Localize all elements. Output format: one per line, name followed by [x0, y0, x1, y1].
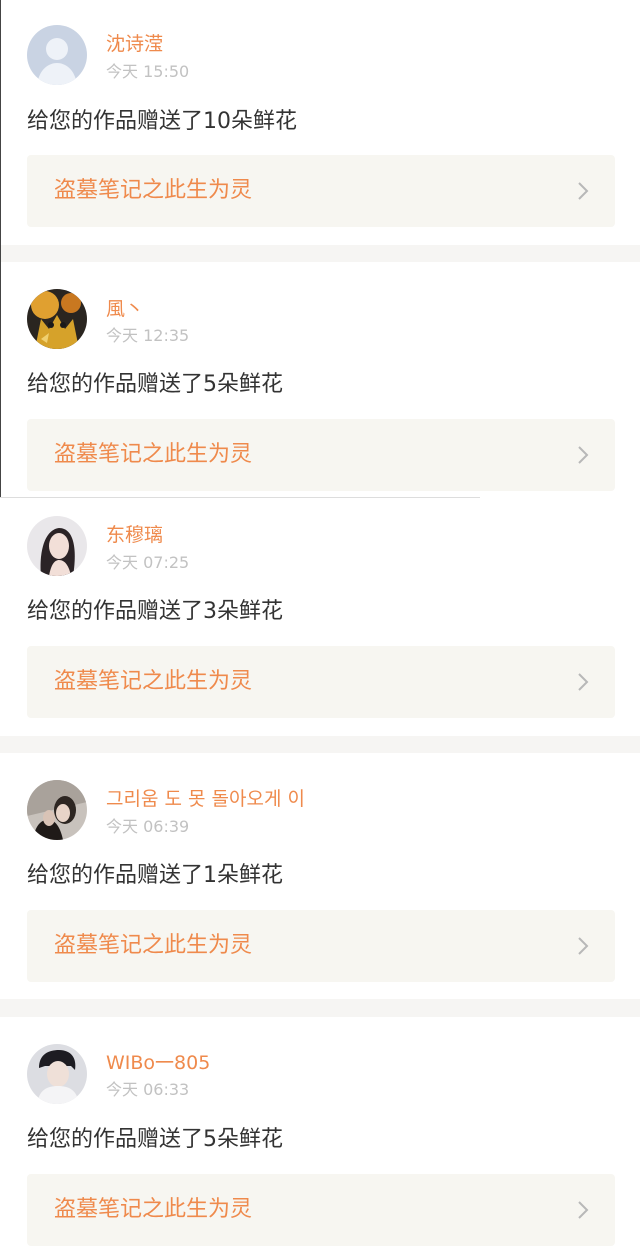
couple-portrait-avatar — [27, 780, 87, 840]
gift-item: 風丶 今天 12:35 给您的作品赠送了5朵鲜花 盗墓笔记之此生为灵 — [0, 262, 640, 498]
avatar[interactable] — [27, 780, 87, 840]
avatar[interactable] — [27, 1044, 87, 1104]
username[interactable]: WIBo一805 — [106, 1052, 210, 1074]
gift-message: 给您的作品赠送了5朵鲜花 — [27, 1127, 283, 1152]
work-title: 盗墓笔记之此生为灵 — [54, 178, 253, 203]
username[interactable]: 沈诗滢 — [106, 33, 163, 55]
timestamp: 今天 15:50 — [106, 62, 190, 81]
girl-portrait-avatar — [27, 516, 87, 576]
timestamp: 今天 07:25 — [106, 553, 190, 572]
timestamp: 今天 06:33 — [106, 1080, 190, 1099]
work-link-button[interactable]: 盗墓笔记之此生为灵 — [27, 155, 615, 227]
gift-message: 给您的作品赠送了1朵鲜花 — [27, 863, 283, 888]
gift-message: 给您的作品赠送了5朵鲜花 — [27, 372, 283, 397]
anime-character-avatar — [27, 289, 87, 349]
gift-item: 그리움 도 못 돌아오게 이 今天 06:39 给您的作品赠送了1朵鲜花 盗墓笔… — [0, 753, 640, 999]
work-link-button[interactable]: 盗墓笔记之此生为灵 — [27, 646, 615, 718]
work-title: 盗墓笔记之此生为灵 — [54, 442, 253, 467]
gift-item: 沈诗滢 今天 15:50 给您的作品赠送了10朵鲜花 盗墓笔记之此生为灵 — [0, 0, 640, 245]
timestamp: 今天 12:35 — [106, 326, 190, 345]
gift-item: 东穆璃 今天 07:25 给您的作品赠送了3朵鲜花 盗墓笔记之此生为灵 — [0, 498, 640, 736]
username[interactable]: 东穆璃 — [106, 524, 163, 546]
separator — [0, 736, 640, 753]
separator — [0, 999, 640, 1017]
chevron-right-icon — [578, 673, 589, 691]
work-link-button[interactable]: 盗墓笔记之此生为灵 — [27, 910, 615, 982]
chevron-right-icon — [578, 446, 589, 464]
screenshot-seam-line — [0, 497, 480, 498]
work-title: 盗墓笔记之此生为灵 — [54, 933, 253, 958]
work-link-button[interactable]: 盗墓笔记之此生为灵 — [27, 419, 615, 491]
avatar[interactable] — [27, 289, 87, 349]
gift-message: 给您的作品赠送了3朵鲜花 — [27, 599, 283, 624]
default-avatar-icon — [27, 25, 87, 85]
username[interactable]: 그리움 도 못 돌아오게 이 — [106, 788, 305, 810]
avatar[interactable] — [27, 25, 87, 85]
chevron-right-icon — [578, 182, 589, 200]
username[interactable]: 風丶 — [106, 298, 144, 320]
work-title: 盗墓笔记之此生为灵 — [54, 669, 253, 694]
chevron-right-icon — [578, 937, 589, 955]
timestamp: 今天 06:39 — [106, 817, 190, 836]
man-portrait-avatar — [27, 1044, 87, 1104]
work-link-button[interactable]: 盗墓笔记之此生为灵 — [27, 1174, 615, 1246]
work-title: 盗墓笔记之此生为灵 — [54, 1197, 253, 1222]
screenshot-edge-line — [0, 0, 1, 498]
gift-item: WIBo一805 今天 06:33 给您的作品赠送了5朵鲜花 盗墓笔记之此生为灵 — [0, 1017, 640, 1258]
avatar[interactable] — [27, 516, 87, 576]
chevron-right-icon — [578, 1201, 589, 1219]
separator — [0, 245, 640, 262]
gift-message: 给您的作品赠送了10朵鲜花 — [27, 109, 297, 134]
